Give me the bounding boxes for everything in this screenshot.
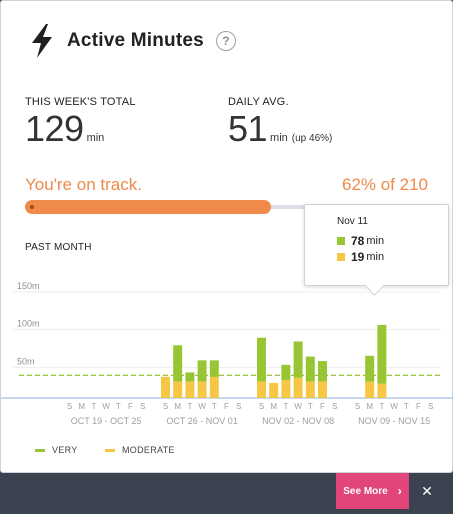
day-tooltip: Nov 11 78 min 19 min xyxy=(304,204,449,286)
day-tick-label: T xyxy=(283,402,288,411)
past-month-label: PAST MONTH xyxy=(25,242,92,253)
weekly-total-label: THIS WEEK'S TOTAL xyxy=(25,96,136,108)
day-tick-label: S xyxy=(67,402,72,411)
day-tick-label: S xyxy=(259,402,264,411)
bar-very xyxy=(281,364,291,380)
day-tick-label: M xyxy=(366,402,373,411)
day-tick-label: M xyxy=(174,402,181,411)
day-tick-label: T xyxy=(404,402,409,411)
bar-moderate xyxy=(197,381,207,398)
day-tick-label: F xyxy=(320,402,325,411)
daily-average-change: (up 46%) xyxy=(291,133,333,144)
day-tick-label: T xyxy=(212,402,217,411)
close-icon: ✕ xyxy=(421,482,433,499)
on-track-message: You're on track. xyxy=(25,175,142,194)
moderate-swatch xyxy=(337,253,345,261)
bar-moderate xyxy=(257,381,266,398)
tooltip-moderate-value: 19 xyxy=(351,250,365,264)
daily-average-stat: DAILY AVG. 51 min (up 46%) xyxy=(228,96,332,148)
tooltip-moderate-unit: min xyxy=(366,251,385,263)
bar-very xyxy=(318,361,327,382)
lightning-bolt-icon xyxy=(32,24,52,58)
bar-moderate xyxy=(305,381,315,398)
goal-progress-summary: 62% of 210 xyxy=(341,175,428,194)
bar-moderate xyxy=(365,381,375,398)
day-tick-label: S xyxy=(355,402,360,411)
legend-moderate: MODERATE xyxy=(105,445,175,455)
bar-moderate xyxy=(269,382,279,398)
day-tick-label: S xyxy=(236,402,241,411)
day-tick-label: S xyxy=(163,402,168,411)
legend-moderate-swatch xyxy=(105,448,115,452)
day-tick-label: T xyxy=(308,402,313,411)
bar-moderate xyxy=(293,377,303,398)
bar-moderate xyxy=(161,376,170,398)
day-tick-label: W xyxy=(102,402,110,411)
week-range-label: NOV 09 - NOV 15 xyxy=(358,416,430,426)
weekly-total-stat: THIS WEEK'S TOTAL 129 min xyxy=(25,96,136,148)
y-tick-label: 50m xyxy=(17,356,35,366)
day-tick-label: W xyxy=(198,402,206,411)
day-tick-label: M xyxy=(78,402,85,411)
close-button[interactable]: ✕ xyxy=(413,473,441,509)
day-tick-label: S xyxy=(332,402,337,411)
bar-moderate xyxy=(377,383,387,398)
week-range-label: NOV 02 - NOV 08 xyxy=(262,416,334,426)
tooltip-very-unit: min xyxy=(366,235,385,247)
day-tick-label: W xyxy=(390,402,398,411)
legend-very: VERY xyxy=(35,445,78,455)
tooltip-date: Nov 11 xyxy=(337,216,368,227)
legend-very-swatch xyxy=(35,448,45,452)
bar-moderate xyxy=(185,381,195,398)
daily-average-value: 51 xyxy=(228,108,268,149)
chevron-right-icon: › xyxy=(397,484,402,498)
tooltip-moderate-row: 19 min xyxy=(337,250,384,264)
bar-very xyxy=(305,356,315,382)
legend-very-label: VERY xyxy=(52,445,78,455)
legend-moderate-label: MODERATE xyxy=(122,445,175,455)
bar-very xyxy=(209,360,219,377)
day-tick-label: F xyxy=(416,402,421,411)
week-range-label: OCT 19 - OCT 25 xyxy=(71,416,142,426)
progress-start-dot xyxy=(30,205,34,209)
progress-fill xyxy=(25,200,272,214)
active-minutes-chart: 150m100m50mS M T W T F SOCT 19 - OCT 25S M T W T F S… xyxy=(1,281,453,426)
bar-very xyxy=(173,345,183,382)
bar-very xyxy=(293,341,303,378)
day-tick-label: T xyxy=(91,402,96,411)
day-tick-label: F xyxy=(224,402,229,411)
daily-average-unit: min xyxy=(270,132,288,144)
bar-moderate xyxy=(281,379,291,398)
bar-moderate xyxy=(318,381,327,398)
bar-moderate xyxy=(209,376,219,398)
day-tick-label: S xyxy=(428,402,433,411)
see-more-button[interactable]: See More › xyxy=(336,473,409,509)
card-header: Active Minutes ? xyxy=(29,23,236,59)
day-tick-label: W xyxy=(294,402,302,411)
daily-average-label: DAILY AVG. xyxy=(228,96,289,108)
day-tick-label: T xyxy=(116,402,121,411)
help-icon[interactable]: ? xyxy=(215,31,236,51)
bar-very xyxy=(365,355,375,382)
day-tick-label: T xyxy=(379,402,384,411)
day-tick-label: S xyxy=(140,402,145,411)
bar-moderate xyxy=(173,381,183,398)
day-tick-label: M xyxy=(270,402,277,411)
day-tick-label: T xyxy=(187,402,192,411)
y-tick-label: 100m xyxy=(17,319,40,329)
active-minutes-card: Active Minutes ? THIS WEEK'S TOTAL 129 m… xyxy=(0,0,453,473)
day-tick-label: F xyxy=(128,402,133,411)
see-more-label: See More xyxy=(343,485,388,497)
very-swatch xyxy=(337,237,345,245)
card-title: Active Minutes xyxy=(67,30,204,51)
bar-very xyxy=(197,360,207,382)
weekly-total-value: 129 xyxy=(25,108,84,149)
y-tick-label: 150m xyxy=(17,281,40,291)
tooltip-very-row: 78 min xyxy=(337,234,384,248)
bottom-bar: See More › ✕ xyxy=(0,473,453,514)
bar-very xyxy=(185,372,195,382)
week-range-label: OCT 26 - NOV 01 xyxy=(166,416,237,426)
weekly-total-unit: min xyxy=(86,132,105,144)
tooltip-very-value: 78 xyxy=(351,234,365,248)
